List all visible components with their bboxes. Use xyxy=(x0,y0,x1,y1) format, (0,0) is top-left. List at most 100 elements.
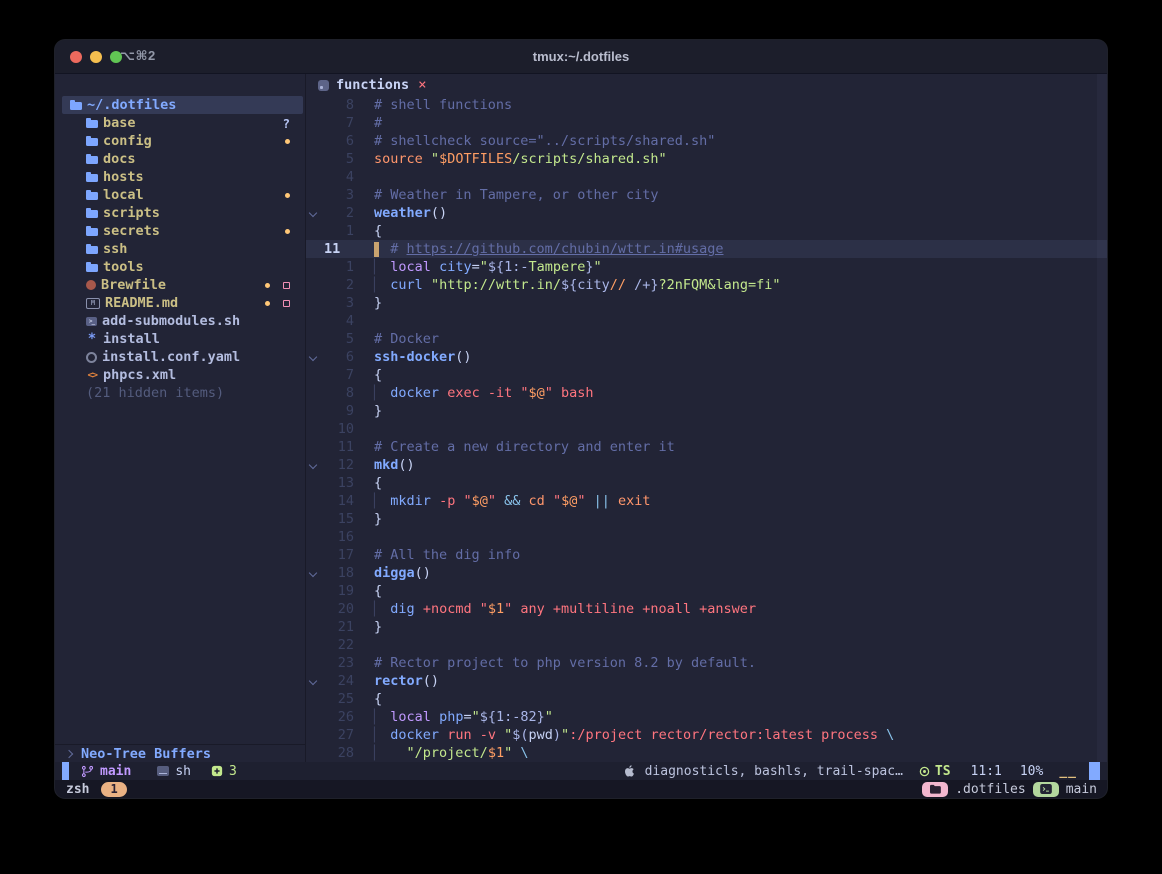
line-number: 20 xyxy=(320,601,354,617)
code-line[interactable]: 5source "$DOTFILES/scripts/shared.sh" xyxy=(306,150,1107,168)
code-line[interactable]: 27▏ docker run -v "$(pwd)":/project rect… xyxy=(306,726,1107,744)
code-line[interactable]: 20▏ dig +nocmd "$1" any +multiline +noal… xyxy=(306,600,1107,618)
tree-item-label: Brewfile xyxy=(101,277,166,293)
code-line[interactable]: 5# Docker xyxy=(306,330,1107,348)
fold-chevron-icon[interactable] xyxy=(306,462,320,468)
tree-item[interactable]: >_add-submodules.sh xyxy=(62,312,303,330)
apple-icon xyxy=(623,764,635,778)
code-line[interactable]: 3} xyxy=(306,294,1107,312)
code-line[interactable]: 22 xyxy=(306,636,1107,654)
code-line[interactable]: 1{ xyxy=(306,222,1107,240)
code-line[interactable]: 15} xyxy=(306,510,1107,528)
code-line[interactable]: 6ssh-docker() xyxy=(306,348,1107,366)
tree-item[interactable]: scripts xyxy=(62,204,303,222)
git-added-indicator: 3 xyxy=(211,764,237,779)
tree-item[interactable]: install.conf.yaml xyxy=(62,348,303,366)
code-line[interactable]: 25{ xyxy=(306,690,1107,708)
tree-item[interactable]: tools xyxy=(62,258,303,276)
code-line[interactable]: 26▏ local php="${1:-82}" xyxy=(306,708,1107,726)
scrollbar-track[interactable] xyxy=(1097,74,1107,762)
folder-open-icon xyxy=(70,99,82,111)
titlebar[interactable]: ⌥⌘2 tmux:~/.dotfiles xyxy=(55,40,1107,74)
code-line[interactable]: 19{ xyxy=(306,582,1107,600)
brew-icon xyxy=(86,280,96,290)
code-line[interactable]: 3# Weather in Tampere, or other city xyxy=(306,186,1107,204)
code-line[interactable]: 4 xyxy=(306,168,1107,186)
code-line[interactable]: 23# Rector project to php version 8.2 by… xyxy=(306,654,1107,672)
tree-item[interactable]: docs xyxy=(62,150,303,168)
fold-chevron-icon[interactable] xyxy=(306,354,320,360)
code-line[interactable]: 21} xyxy=(306,618,1107,636)
editor-buffer[interactable]: 8# shell functions7#6# shellcheck source… xyxy=(306,96,1107,762)
code-line[interactable]: 7{ xyxy=(306,366,1107,384)
line-number: 28 xyxy=(320,745,354,761)
tabline: functions × xyxy=(306,74,1107,96)
code-line[interactable]: 8# shell functions xyxy=(306,96,1107,114)
tree-item-label: (21 hidden items) xyxy=(86,385,224,401)
code-line[interactable]: 2weather() xyxy=(306,204,1107,222)
code-line-text: ▏ dig +nocmd "$1" any +multiline +noall … xyxy=(354,601,756,617)
code-line[interactable]: 18digga() xyxy=(306,564,1107,582)
gear-icon xyxy=(86,352,97,363)
code-line[interactable]: 11# Create a new directory and enter it xyxy=(306,438,1107,456)
line-number: 9 xyxy=(320,403,354,419)
tree-item[interactable]: ~/.dotfiles xyxy=(62,96,303,114)
scrollbar-thumb[interactable] xyxy=(1089,762,1100,780)
tree-item-label: tools xyxy=(103,259,144,275)
tree-item[interactable]: MREADME.md xyxy=(62,294,303,312)
minimize-window-button[interactable] xyxy=(90,51,102,63)
code-line[interactable]: 16 xyxy=(306,528,1107,546)
line-number: 12 xyxy=(320,457,354,473)
tree-item[interactable]: (21 hidden items) xyxy=(62,384,303,402)
tree-item[interactable]: base? xyxy=(62,114,303,132)
code-line[interactable]: 4 xyxy=(306,312,1107,330)
code-line[interactable]: 14▏ mkdir -p "$@" && cd "$@" || exit xyxy=(306,492,1107,510)
fold-chevron-icon[interactable] xyxy=(306,678,320,684)
code-line[interactable]: 17# All the dig info xyxy=(306,546,1107,564)
code-line-text: source "$DOTFILES/scripts/shared.sh" xyxy=(354,151,667,167)
code-line[interactable]: 9} xyxy=(306,402,1107,420)
tree-item[interactable]: secrets xyxy=(62,222,303,240)
code-line[interactable]: 24rector() xyxy=(306,672,1107,690)
code-line[interactable]: 6# shellcheck source="../scripts/shared.… xyxy=(306,132,1107,150)
tree-item[interactable]: *install xyxy=(62,330,303,348)
line-number: 24 xyxy=(320,673,354,689)
neotree-buffers-header[interactable]: Neo-Tree Buffers xyxy=(55,744,305,762)
code-line[interactable]: 1▏ local city="${1:-Tampere}" xyxy=(306,258,1107,276)
code-line[interactable]: 8▏ docker exec -it "$@" bash xyxy=(306,384,1107,402)
code-line[interactable]: 10 xyxy=(306,420,1107,438)
code-line[interactable]: 13{ xyxy=(306,474,1107,492)
line-number: 26 xyxy=(320,709,354,725)
fold-chevron-icon[interactable] xyxy=(306,210,320,216)
lsp-servers-label: diagnosticls, bashls, trail-spac… xyxy=(645,764,903,779)
tab-close-icon[interactable]: × xyxy=(418,78,426,92)
code-line[interactable]: 11 # https://github.com/chubin/wttr.in#u… xyxy=(306,240,1107,258)
chevron-right-icon[interactable] xyxy=(65,749,73,757)
code-line[interactable]: 2▏ curl "http://wttr.in/${city// /+}?2nF… xyxy=(306,276,1107,294)
fold-chevron-icon[interactable] xyxy=(306,570,320,576)
git-branch-indicator: main xyxy=(81,764,131,779)
tmux-window-name[interactable]: zsh xyxy=(66,782,89,797)
tree-item[interactable]: hosts xyxy=(62,168,303,186)
tree-item[interactable]: ssh xyxy=(62,240,303,258)
code-line[interactable]: 12mkd() xyxy=(306,456,1107,474)
tree-item[interactable]: <>phpcs.xml xyxy=(62,366,303,384)
code-line[interactable]: 7# xyxy=(306,114,1107,132)
desktop: { "window": { "title": "tmux:~/.dotfiles… xyxy=(0,0,1162,874)
tree-item[interactable]: Brewfile xyxy=(62,276,303,294)
tree-item[interactable]: local xyxy=(62,186,303,204)
tab-functions[interactable]: functions xyxy=(336,77,409,93)
markdown-icon: M xyxy=(86,298,100,309)
code-line[interactable]: 28▏ "/project/$1" \ xyxy=(306,744,1107,762)
tree-item[interactable]: config xyxy=(62,132,303,150)
tmux-window-index-badge[interactable]: 1 xyxy=(101,782,126,797)
buffer-file-icon xyxy=(318,80,329,91)
code-line-text: # Rector project to php version 8.2 by d… xyxy=(354,655,756,671)
close-window-button[interactable] xyxy=(70,51,82,63)
statusline-right: diagnosticls, bashls, trail-spac… TS 11:… xyxy=(623,762,1107,780)
tree-item-label: ssh xyxy=(103,241,127,257)
folder-icon xyxy=(86,261,98,273)
code-line-text: # Weather in Tampere, or other city xyxy=(354,187,658,203)
tree-item-label: phpcs.xml xyxy=(103,367,176,383)
line-number: 3 xyxy=(320,187,354,203)
